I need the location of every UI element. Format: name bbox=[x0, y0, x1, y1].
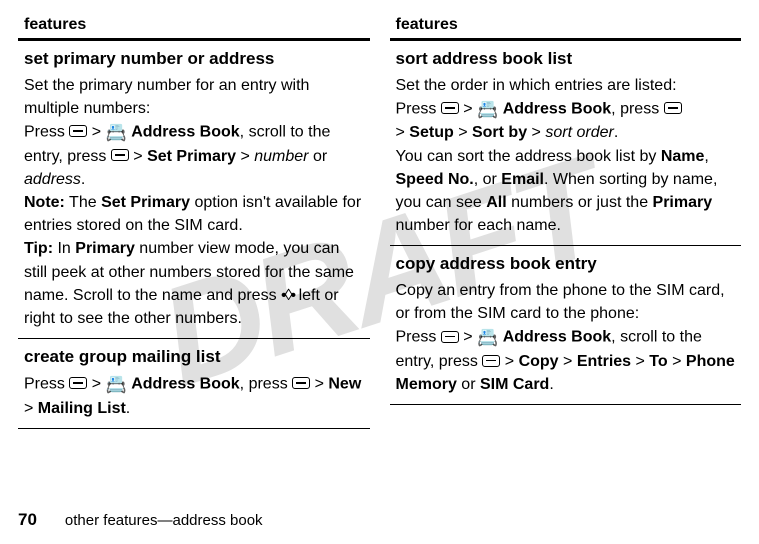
table-row: sort address book list Set the order in … bbox=[390, 40, 742, 246]
menu-icon bbox=[482, 355, 500, 367]
menu-icon bbox=[69, 125, 87, 137]
menu-icon bbox=[111, 149, 129, 161]
nav-icon: •◊• bbox=[281, 284, 294, 307]
table-header-row: features bbox=[390, 12, 742, 40]
left-column: features set primary number or address S… bbox=[18, 12, 370, 429]
body-text: Copy an entry from the phone to the SIM … bbox=[396, 279, 736, 325]
right-table: features sort address book list Set the … bbox=[390, 12, 742, 405]
menu-icon bbox=[441, 102, 459, 114]
cell-set-primary: set primary number or address Set the pr… bbox=[18, 40, 370, 339]
footer-text: other features—address book bbox=[65, 512, 263, 529]
body-text: Set the primary number for an entry with… bbox=[24, 74, 364, 120]
nav-text: Press > 📇 Address Book, scroll to the en… bbox=[396, 325, 736, 396]
table-row: create group mailing list Press > 📇 Addr… bbox=[18, 339, 370, 428]
page-content: features set primary number or address S… bbox=[0, 0, 759, 429]
addressbook-icon: 📇 bbox=[106, 373, 127, 398]
table-row: copy address book entry Copy an entry fr… bbox=[390, 246, 742, 405]
page-footer: 70 other features—address book bbox=[18, 510, 263, 530]
left-header: features bbox=[18, 12, 370, 40]
body-text: Set the order in which entries are liste… bbox=[396, 74, 736, 97]
table-row: set primary number or address Set the pr… bbox=[18, 40, 370, 339]
extra-text: You can sort the address book list by Na… bbox=[396, 145, 736, 238]
subheading: create group mailing list bbox=[24, 345, 364, 370]
cell-group-mailing: create group mailing list Press > 📇 Addr… bbox=[18, 339, 370, 428]
subheading: copy address book entry bbox=[396, 252, 736, 277]
table-header-row: features bbox=[18, 12, 370, 40]
nav-text: Press > 📇 Address Book, scroll to the en… bbox=[24, 120, 364, 191]
addressbook-icon: 📇 bbox=[477, 326, 498, 351]
menu-icon bbox=[664, 102, 682, 114]
subheading: set primary number or address bbox=[24, 47, 364, 72]
addressbook-icon: 📇 bbox=[477, 98, 498, 123]
menu-icon bbox=[441, 331, 459, 343]
cell-copy: copy address book entry Copy an entry fr… bbox=[390, 246, 742, 405]
right-header: features bbox=[390, 12, 742, 40]
menu-icon bbox=[292, 377, 310, 389]
note-text: Note: The Set Primary option isn't avail… bbox=[24, 191, 364, 237]
subheading: sort address book list bbox=[396, 47, 736, 72]
addressbook-icon: 📇 bbox=[106, 121, 127, 146]
tip-text: Tip: In Primary number view mode, you ca… bbox=[24, 237, 364, 330]
left-table: features set primary number or address S… bbox=[18, 12, 370, 429]
cell-sort: sort address book list Set the order in … bbox=[390, 40, 742, 246]
nav-text: Press > 📇 Address Book, press > New > Ma… bbox=[24, 372, 364, 420]
menu-icon bbox=[69, 377, 87, 389]
right-column: features sort address book list Set the … bbox=[390, 12, 742, 429]
nav-text: Press > 📇 Address Book, press > Setup > … bbox=[396, 97, 736, 145]
page-number: 70 bbox=[18, 510, 37, 530]
